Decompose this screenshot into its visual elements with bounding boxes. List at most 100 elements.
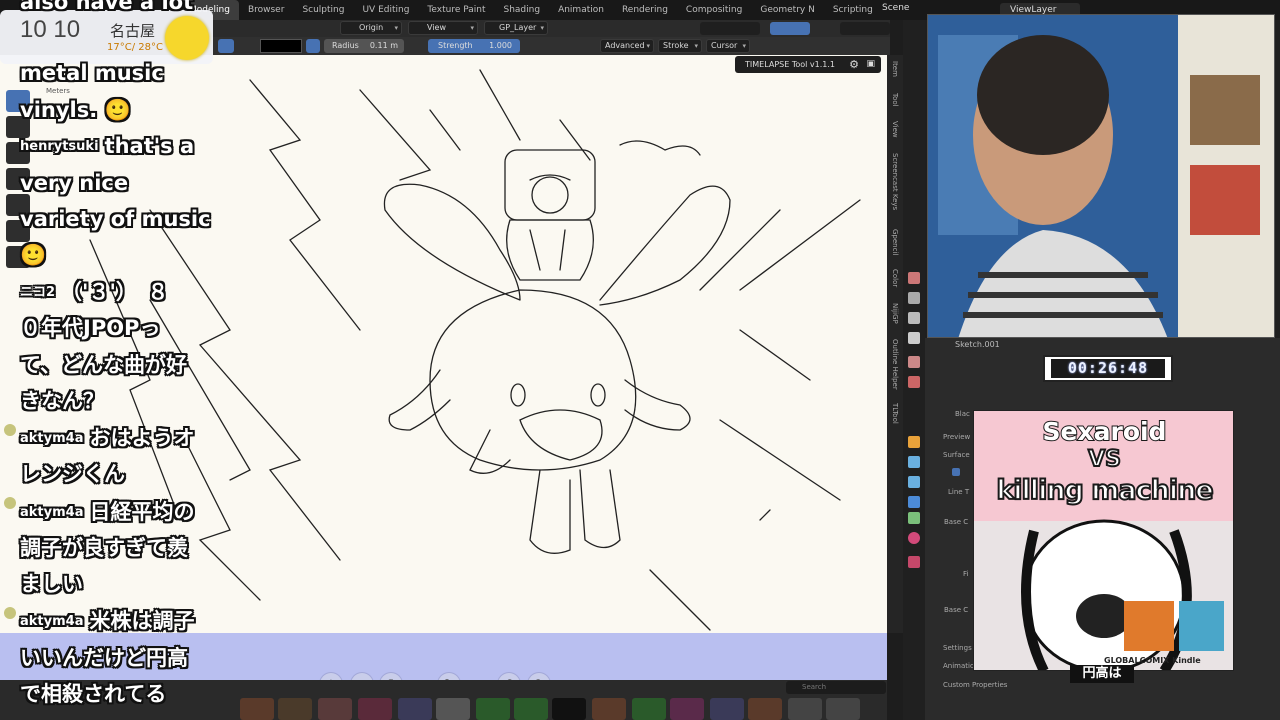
fill-tool[interactable]: [6, 142, 30, 164]
gizmo-toggle[interactable]: [770, 22, 810, 35]
eyedropper-tool[interactable]: [6, 220, 30, 242]
tab-screencast-keys[interactable]: Screencast Keys: [887, 153, 903, 210]
fx-props-icon[interactable]: [908, 476, 920, 488]
tab-geometry-nodes[interactable]: Geometry N: [751, 0, 823, 20]
layer-label: GP_Layer: [499, 23, 537, 32]
world-props-icon[interactable]: [908, 376, 920, 388]
drawing-canvas[interactable]: [0, 55, 887, 633]
tab-outline-helper[interactable]: Outline Helper: [887, 339, 903, 390]
color-swatch[interactable]: [260, 39, 302, 53]
stroke-checkbox[interactable]: [952, 468, 960, 476]
radius-slider[interactable]: Radius 0.11 m: [324, 39, 404, 53]
webcam-overlay: [927, 14, 1275, 338]
strength-label: Strength: [438, 41, 473, 50]
weather-city: 名古屋: [110, 22, 156, 40]
tab-scripting[interactable]: Scripting: [824, 0, 882, 20]
data-props-icon[interactable]: [908, 512, 920, 524]
brush-thumb[interactable]: [514, 698, 548, 720]
tint-tool[interactable]: [6, 168, 30, 190]
tab-texture-paint[interactable]: Texture Paint: [418, 0, 494, 20]
pressure-icon[interactable]: [306, 39, 320, 53]
surface-panel[interactable]: Surface: [943, 451, 970, 459]
tab-view[interactable]: View: [887, 121, 903, 138]
layer-dropdown[interactable]: GP_Layer ▾: [484, 21, 548, 35]
tab-uv-editing[interactable]: UV Editing: [353, 0, 418, 20]
pin-icon[interactable]: ▣: [866, 56, 875, 73]
tab-animation[interactable]: Animation: [549, 0, 613, 20]
brush-thumb[interactable]: [826, 698, 860, 720]
radius-value: 0.11 m: [369, 41, 398, 50]
material-props-icon[interactable]: [908, 532, 920, 544]
brush-thumb[interactable]: [240, 698, 274, 720]
radius-label: Radius: [332, 41, 359, 50]
cover-title-bottom: killing machine: [995, 474, 1214, 507]
brush-thumb[interactable]: [278, 698, 312, 720]
erase-tool[interactable]: [6, 116, 30, 138]
tab-rendering[interactable]: Rendering: [613, 0, 677, 20]
tab-tool[interactable]: Tool: [887, 93, 903, 107]
brush-thumb[interactable]: [436, 698, 470, 720]
overlay-toggles[interactable]: [700, 22, 760, 35]
view-dropdown[interactable]: View ▾: [408, 21, 478, 35]
preview-panel[interactable]: Preview: [943, 433, 970, 441]
brush-thumb[interactable]: [710, 698, 744, 720]
origin-dropdown[interactable]: Origin ▾: [340, 21, 402, 35]
tab-color[interactable]: Color: [887, 269, 903, 287]
brush-thumb[interactable]: [670, 698, 704, 720]
brush-thumb[interactable]: [748, 698, 782, 720]
brush-thumb[interactable]: [592, 698, 626, 720]
brush-thumb[interactable]: [788, 698, 822, 720]
tab-sculpting[interactable]: Sculpting: [293, 0, 353, 20]
scene-props-icon[interactable]: [908, 356, 920, 368]
tab-tltool[interactable]: TLTool: [887, 403, 903, 424]
texture-props-icon[interactable]: [908, 556, 920, 568]
timer-box: 00:26:48: [1043, 355, 1173, 382]
asset-search-input[interactable]: Search: [786, 681, 886, 694]
timer-display: 00:26:48: [1051, 359, 1165, 378]
strength-slider[interactable]: Strength 1.000: [428, 39, 520, 53]
draw-tool[interactable]: [6, 90, 30, 112]
strength-value: 1.000: [489, 41, 512, 50]
units-label: Meters: [46, 87, 70, 95]
brush-thumb[interactable]: [398, 698, 432, 720]
cutter-tool[interactable]: [6, 194, 30, 216]
material-slot-label[interactable]: Blac: [955, 410, 970, 418]
stroke-label: Stroke: [663, 41, 689, 50]
tool-props-icon[interactable]: [908, 272, 920, 284]
line-tool[interactable]: [6, 246, 30, 268]
tab-nijigp[interactable]: NijiGP: [887, 303, 903, 324]
base-color-label-2: Base C: [944, 606, 969, 614]
brush-thumb[interactable]: [632, 698, 666, 720]
object-props-icon[interactable]: [908, 436, 920, 448]
tool-settings-bar: Radius 0.11 m Strength 1.000 Advanced ▾ Str…: [180, 37, 890, 55]
output-props-icon[interactable]: [908, 312, 920, 324]
brush-thumb[interactable]: [552, 698, 586, 720]
stroke-dropdown[interactable]: Stroke ▾: [658, 39, 702, 53]
tab-compositing[interactable]: Compositing: [677, 0, 751, 20]
physics-props-icon[interactable]: [908, 496, 920, 508]
brush-thumb[interactable]: [358, 698, 392, 720]
shading-modes[interactable]: [840, 22, 890, 35]
render-props-icon[interactable]: [908, 292, 920, 304]
brush-thumb[interactable]: [476, 698, 510, 720]
tab-shading[interactable]: Shading: [495, 0, 550, 20]
brush-icon[interactable]: [218, 39, 234, 53]
brush-thumb[interactable]: [318, 698, 352, 720]
timelapse-tool-panel[interactable]: TIMELAPSE Tool v1.1.1 ⚙ ▣: [735, 56, 881, 73]
cover-brand: GLOBALCOMIX Kindle: [1104, 656, 1201, 665]
gear-icon[interactable]: ⚙: [849, 56, 859, 73]
modifier-props-icon[interactable]: [908, 456, 920, 468]
tab-item[interactable]: Item: [887, 61, 903, 77]
scene-selector[interactable]: Scene: [882, 3, 909, 17]
custom-properties-panel[interactable]: Custom Properties: [943, 681, 1007, 689]
timelapse-label: TIMELAPSE Tool v1.1.1: [745, 60, 835, 69]
fill-label: Fi: [963, 570, 969, 578]
settings-panel[interactable]: Settings: [943, 644, 972, 652]
tab-browser[interactable]: Browser: [239, 0, 293, 20]
cover-vs: VS: [1087, 446, 1122, 473]
cursor-dropdown[interactable]: Cursor ▾: [706, 39, 750, 53]
view-layer-props-icon[interactable]: [908, 332, 920, 344]
advanced-dropdown[interactable]: Advanced ▾: [600, 39, 654, 53]
tab-gpencil[interactable]: Gpencil: [887, 229, 903, 255]
properties-tabs: [903, 20, 925, 720]
